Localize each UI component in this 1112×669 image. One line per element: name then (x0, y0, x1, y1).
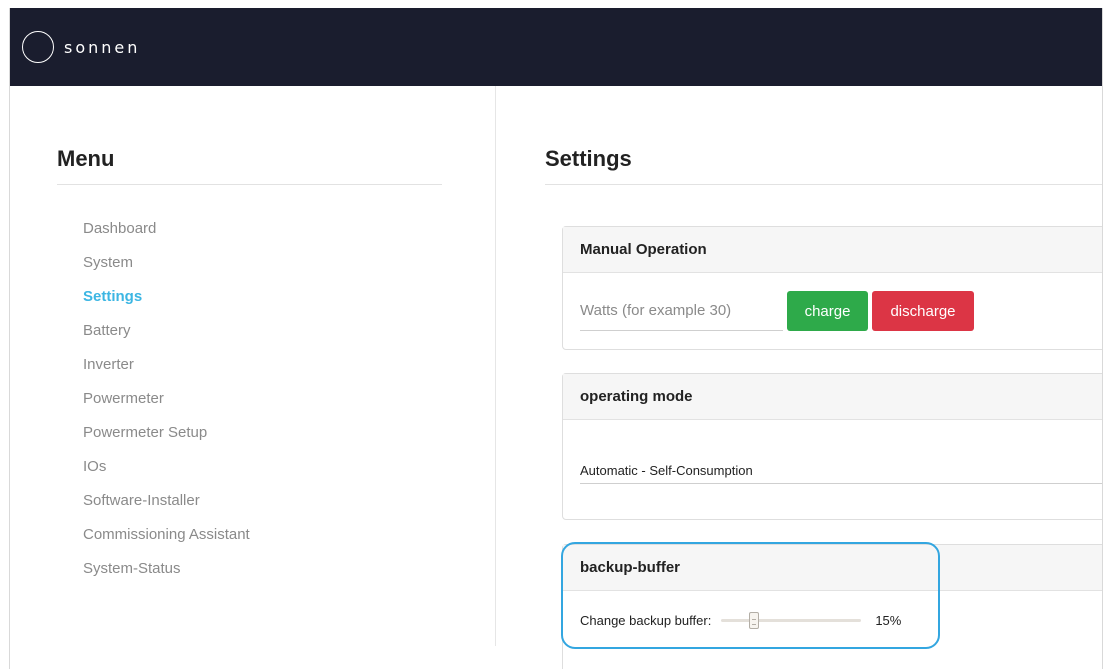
slider-handle[interactable] (748, 612, 759, 629)
backup-buffer-title: backup-buffer (563, 545, 1102, 591)
slider-track[interactable] (721, 619, 862, 622)
menu-item-ios[interactable]: IOs (83, 458, 250, 492)
operating-mode-title: operating mode (563, 374, 1102, 420)
charge-button[interactable]: charge (787, 291, 868, 331)
watts-input[interactable] (580, 291, 783, 331)
app-window: sonnen Menu Dashboard System Settings Ba… (9, 8, 1103, 669)
top-bar: sonnen (10, 8, 1102, 86)
page-divider (545, 184, 1102, 185)
menu-item-system-status[interactable]: System-Status (83, 560, 250, 594)
operating-mode-value: Automatic - Self-Consumption (580, 463, 753, 478)
menu-item-inverter[interactable]: Inverter (83, 356, 250, 390)
backup-buffer-label: Change backup buffer: (580, 612, 712, 628)
menu-title: Menu (57, 146, 115, 171)
main-content: Settings Manual Operation charge dischar… (497, 86, 1102, 669)
menu-item-commissioning-assistant[interactable]: Commissioning Assistant (83, 526, 250, 560)
menu-item-battery[interactable]: Battery (83, 322, 250, 356)
menu-item-system[interactable]: System (83, 254, 250, 288)
sidebar: Menu Dashboard System Settings Battery I… (10, 86, 496, 646)
backup-buffer-value: 15% (875, 612, 902, 628)
backup-buffer-row: Change backup buffer: 15% (580, 603, 901, 637)
manual-operation-card: Manual Operation charge discharge (562, 226, 1102, 350)
page-title: Settings (545, 146, 632, 171)
manual-operation-title: Manual Operation (563, 227, 1102, 273)
menu-item-dashboard[interactable]: Dashboard (83, 220, 250, 254)
menu-item-powermeter-setup[interactable]: Powermeter Setup (83, 424, 250, 458)
backup-buffer-card: backup-buffer Change backup buffer: 15% (562, 544, 1102, 669)
brand-name: sonnen (64, 37, 141, 57)
operating-mode-card: operating mode Automatic - Self-Consumpt… (562, 373, 1102, 520)
menu-item-software-installer[interactable]: Software-Installer (83, 492, 250, 526)
discharge-button[interactable]: discharge (872, 291, 974, 331)
operating-mode-select[interactable]: Automatic - Self-Consumption (580, 458, 1102, 484)
backup-buffer-slider[interactable] (721, 612, 862, 629)
sonnen-logo-icon (22, 31, 54, 63)
menu-item-settings[interactable]: Settings (83, 288, 250, 322)
menu-item-powermeter[interactable]: Powermeter (83, 390, 250, 424)
menu-list: Dashboard System Settings Battery Invert… (83, 220, 250, 594)
menu-divider (57, 184, 442, 185)
